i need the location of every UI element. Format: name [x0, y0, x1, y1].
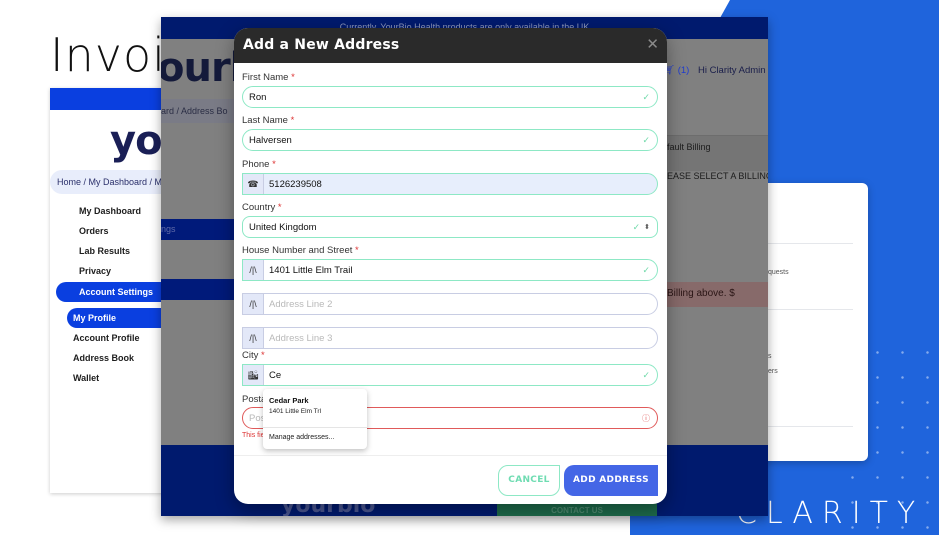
divider	[263, 427, 367, 428]
address-line-3-input[interactable]: /|\ Address Line 3	[242, 327, 658, 349]
street-label: House Number and Street *	[242, 245, 359, 256]
nav-address-book[interactable]: Address Book	[73, 353, 134, 363]
postal-code-error: This fie	[242, 432, 265, 439]
city-label: City *	[242, 350, 265, 361]
greeting: Hi Clarity Admin	[697, 65, 766, 76]
nav-my-dashboard[interactable]: My Dashboard	[79, 206, 141, 216]
footer-divider	[234, 455, 667, 456]
address-autocomplete-dropdown: Cedar Park 1401 Little Elm Trl Manage ad…	[263, 389, 367, 449]
first-name-label: First Name *	[242, 72, 295, 83]
check-icon: ✓	[642, 134, 650, 145]
required-mark: *	[291, 72, 295, 83]
address-header	[667, 135, 768, 171]
label-text: Phone	[242, 159, 270, 170]
user-menu[interactable]: 🛒︎ (1) Hi Clarity Admin	[663, 65, 766, 76]
nav-account-profile[interactable]: Account Profile	[73, 333, 140, 343]
billing-error: Billing above. $	[667, 282, 768, 307]
country-select[interactable]: United Kingdom ✓ ⬍	[242, 216, 658, 238]
last-name-label: Last Name *	[242, 115, 294, 126]
cancel-button[interactable]: CANCEL	[498, 465, 560, 496]
check-icon: ✓	[642, 369, 650, 380]
check-icon: ✓	[642, 264, 650, 275]
address-line-3-placeholder: Address Line 3	[269, 332, 333, 344]
modal-header: Add a New Address ✕	[234, 28, 667, 63]
side-card-text: s	[768, 353, 772, 360]
modal-title: Add a New Address	[243, 37, 400, 53]
phone-value: 5126239508	[269, 178, 322, 190]
settings-band: ngs	[161, 219, 234, 240]
nav-privacy[interactable]: Privacy	[79, 266, 111, 276]
check-icon: ✓	[642, 91, 650, 102]
road-icon: /|\	[243, 328, 264, 348]
road-icon: /|\	[243, 260, 264, 280]
country-label: Country *	[242, 202, 282, 213]
street-input[interactable]: /|\ 1401 Little Elm Trail ✓	[242, 259, 658, 281]
first-name-input[interactable]: Ron ✓	[242, 86, 658, 108]
suggestion-subtitle: 1401 Little Elm Trl	[269, 408, 322, 415]
required-mark: *	[261, 350, 265, 361]
street-value: 1401 Little Elm Trail	[269, 264, 353, 276]
side-card-text: quests	[768, 269, 789, 276]
address-line-2-placeholder: Address Line 2	[269, 298, 333, 310]
last-name-value: Halversen	[249, 134, 292, 146]
profile-band	[161, 279, 234, 300]
phone-icon: ☎	[243, 174, 264, 194]
select-billing-label: EASE SELECT A BILLING AD	[667, 171, 768, 181]
phone-label: Phone *	[242, 159, 276, 170]
required-mark: *	[290, 115, 295, 126]
road-icon: /|\	[243, 294, 264, 314]
side-card-text: ers	[768, 368, 778, 375]
city-value: Ce	[269, 369, 282, 381]
country-value: United Kingdom	[249, 221, 317, 233]
required-mark: *	[355, 245, 359, 256]
error-icon: ⓘ	[642, 413, 650, 423]
cart-count: (1)	[677, 65, 690, 76]
address-line-2-input[interactable]: /|\ Address Line 2	[242, 293, 658, 315]
select-arrows-icon: ⬍	[644, 224, 650, 231]
nav-lab-results[interactable]: Lab Results	[79, 246, 130, 256]
last-name-input[interactable]: Halversen ✓	[242, 129, 658, 151]
default-billing-label: fault Billing	[667, 142, 711, 152]
label-text: City	[242, 350, 259, 361]
check-icon: ✓	[632, 221, 641, 232]
required-mark: *	[272, 159, 276, 170]
close-icon[interactable]: ✕	[646, 35, 659, 53]
suggestion-title: Cedar Park	[269, 396, 309, 405]
manage-addresses-link[interactable]: Manage addresses...	[269, 434, 334, 441]
label-text: Last Name	[242, 115, 288, 126]
add-address-button[interactable]: ADD ADDRESS	[564, 465, 658, 496]
label-text: First Name	[242, 72, 289, 83]
required-mark: *	[277, 202, 282, 213]
label-text: House Number and Street	[242, 245, 353, 256]
nav-orders[interactable]: Orders	[79, 226, 109, 236]
city-icon: 🏙︎	[243, 365, 264, 385]
screen: CLARITY quests s ers Invoic you Home / M…	[0, 0, 939, 535]
nav-wallet[interactable]: Wallet	[73, 373, 99, 383]
phone-input[interactable]: ☎ 5126239508	[242, 173, 658, 195]
breadcrumb: ard / Address Bo	[161, 99, 241, 123]
city-input[interactable]: 🏙︎ Ce ✓	[242, 364, 658, 386]
label-text: Country	[242, 202, 276, 213]
first-name-value: Ron	[249, 91, 267, 103]
